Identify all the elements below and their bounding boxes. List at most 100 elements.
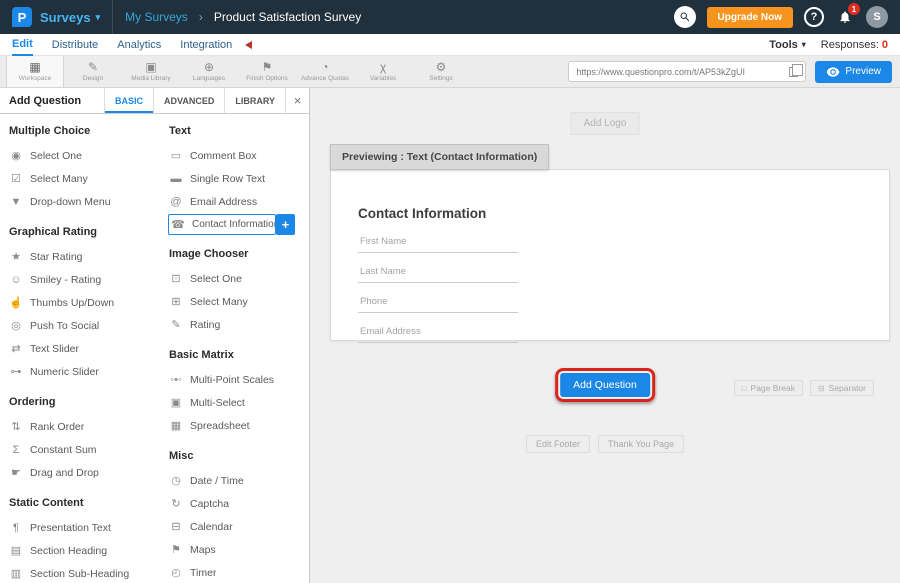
separator-button[interactable]: ⊟ Separator <box>810 380 874 396</box>
panel-tab-advanced[interactable]: ADVANCED <box>153 88 224 113</box>
rating-icon: ✎ <box>168 318 184 331</box>
question-type-multi-select[interactable]: ▣Multi-Select <box>168 391 301 414</box>
question-type-star-rating[interactable]: ★Star Rating <box>8 245 160 268</box>
question-type-label: Multi-Point Scales <box>190 374 274 386</box>
thank-you-page-button[interactable]: Thank You Page <box>598 435 684 453</box>
questionpro-logo[interactable]: P <box>12 7 32 27</box>
panel-tabs: BASICADVANCEDLIBRARY <box>104 88 285 113</box>
surveys-menu-label: Surveys <box>40 10 91 25</box>
question-type-push-to-social[interactable]: ◎Push To Social <box>8 314 160 337</box>
surveys-menu[interactable]: Surveys ▾ <box>40 10 100 25</box>
search-icon[interactable] <box>674 6 696 28</box>
copy-icon[interactable] <box>789 67 798 77</box>
question-type-drop-down-menu[interactable]: ▼Drop-down Menu <box>8 190 160 213</box>
question-type-comment-box[interactable]: ▭Comment Box <box>168 144 301 167</box>
smiley-rating-icon: ☺ <box>8 274 24 286</box>
tab-edit[interactable]: Edit <box>12 34 33 56</box>
toolbar-item-design[interactable]: ✎Design <box>64 56 122 87</box>
question-type-captcha[interactable]: ↻Captcha <box>168 492 301 515</box>
tab-distribute[interactable]: Distribute <box>52 34 98 56</box>
question-type-maps[interactable]: ⚑Maps <box>168 538 301 561</box>
question-type-drag-and-drop[interactable]: ☛Drag and Drop <box>8 461 160 484</box>
question-type-calendar[interactable]: ⊟Calendar <box>168 515 301 538</box>
responses-count: 0 <box>882 39 888 51</box>
drag-and-drop-icon: ☛ <box>8 466 24 479</box>
tools-menu[interactable]: Tools ▾ <box>769 39 806 51</box>
maps-icon: ⚑ <box>168 543 184 556</box>
question-type-rank-order[interactable]: ⇅Rank Order <box>8 415 160 438</box>
toolbar-item-label: Advance Quotas <box>301 75 349 82</box>
add-question-button[interactable]: Add Question <box>560 373 650 397</box>
toolbar-item-label: Finish Options <box>246 75 288 82</box>
notification-bell-icon[interactable]: 1 <box>835 7 855 27</box>
panel-header: Add Question BASICADVANCEDLIBRARY × <box>0 88 309 114</box>
share-url-box[interactable]: https://www.questionpro.com/t/AP53kZgUI <box>568 61 806 82</box>
question-type-section-sub-heading[interactable]: ▥Section Sub-Heading <box>8 562 160 583</box>
question-type-email-address[interactable]: @Email Address <box>168 190 301 213</box>
responses-label: Responses: <box>821 39 879 51</box>
question-type-label: Single Row Text <box>190 173 265 185</box>
question-type-rating[interactable]: ✎Rating <box>168 313 301 336</box>
caret-down-icon: ▾ <box>802 40 806 49</box>
help-icon[interactable]: ? <box>804 7 824 27</box>
tab-analytics[interactable]: Analytics <box>117 34 161 56</box>
media-library-icon: ▣ <box>145 61 156 73</box>
toolbar-item-label: Settings <box>429 75 453 82</box>
question-type-select-many[interactable]: ☑Select Many <box>8 167 160 190</box>
toolbar-item-media-library[interactable]: ▣Media Library <box>122 56 180 87</box>
upgrade-now-button[interactable]: Upgrade Now <box>707 7 793 28</box>
question-type-select-one[interactable]: ◉Select One <box>8 144 160 167</box>
toolbar-item-languages[interactable]: ⊕Languages <box>180 56 238 87</box>
toolbar-item-workspace[interactable]: ▦Workspace <box>6 56 64 87</box>
input-field-email-address[interactable]: Email Address <box>358 326 518 343</box>
question-type-select-many[interactable]: ⊞Select Many <box>168 290 301 313</box>
question-type-timer[interactable]: ◴Timer <box>168 561 301 583</box>
question-type-constant-sum[interactable]: ΣConstant Sum <box>8 438 160 461</box>
toolbar-item-finish-options[interactable]: ⚑Finish Options <box>238 56 296 87</box>
panel-tab-library[interactable]: LIBRARY <box>224 88 285 113</box>
question-type-date-time[interactable]: ◷Date / Time <box>168 469 301 492</box>
close-icon[interactable]: × <box>285 88 309 113</box>
highlight-ring: Add Question <box>555 368 655 402</box>
avatar[interactable]: S <box>866 6 888 28</box>
question-type-select-one[interactable]: ⊡Select One <box>168 267 301 290</box>
inline-actions: □ Page Break ⊟ Separator <box>734 380 874 396</box>
tab-integration[interactable]: Integration <box>180 34 232 56</box>
variables-icon: χ <box>380 61 386 73</box>
question-type-label: Email Address <box>190 196 257 208</box>
toolbar-item-settings[interactable]: ⚙Settings <box>412 56 470 87</box>
question-type-smiley-rating[interactable]: ☺Smiley - Rating <box>8 268 160 291</box>
question-type-text-slider[interactable]: ⇄Text Slider <box>8 337 160 360</box>
toolbar-item-label: Design <box>83 75 103 82</box>
input-field-last-name[interactable]: Last Name <box>358 266 518 283</box>
toolbar-item-advance-quotas[interactable]: ◔Advance Quotas <box>296 56 354 87</box>
breadcrumb-my-surveys[interactable]: My Surveys <box>125 10 188 24</box>
date-time-icon: ◷ <box>168 474 184 487</box>
question-type-contact-information[interactable]: ☎Contact Information+ <box>168 214 276 235</box>
question-type-thumbs-up-down[interactable]: ☝Thumbs Up/Down <box>8 291 160 314</box>
announcement-icon[interactable] <box>245 41 252 49</box>
question-type-label: Timer <box>190 567 216 579</box>
panel-tab-basic[interactable]: BASIC <box>104 88 153 113</box>
page-break-button[interactable]: □ Page Break <box>734 380 803 396</box>
toolbar-item-variables[interactable]: χVariables <box>354 56 412 87</box>
question-type-section-heading[interactable]: ▤Section Heading <box>8 539 160 562</box>
text-slider-icon: ⇄ <box>8 342 24 355</box>
input-field-first-name[interactable]: First Name <box>358 236 518 253</box>
edit-footer-button[interactable]: Edit Footer <box>526 435 590 453</box>
question-type-single-row-text[interactable]: ▬Single Row Text <box>168 167 301 190</box>
add-question-type-button[interactable]: + <box>276 214 295 235</box>
question-type-presentation-text[interactable]: ¶Presentation Text <box>8 516 160 539</box>
share-url[interactable]: https://www.questionpro.com/t/AP53kZgUI <box>576 67 783 77</box>
preview-button[interactable]: Preview <box>815 61 892 83</box>
question-type-label: Rank Order <box>30 421 84 433</box>
question-type-numeric-slider[interactable]: ⊶Numeric Slider <box>8 360 160 383</box>
add-logo-button[interactable]: Add Logo <box>571 112 640 135</box>
input-field-phone[interactable]: Phone <box>358 296 518 313</box>
separator-label: Separator <box>829 383 866 393</box>
questionpro-app: P Surveys ▾ My Surveys › Product Satisfa… <box>0 0 900 583</box>
question-type-multi-point-scales[interactable]: ◦•◦Multi-Point Scales <box>168 368 301 391</box>
footer-actions: Edit Footer Thank You Page <box>526 435 684 453</box>
question-type-spreadsheet[interactable]: ▦Spreadsheet <box>168 414 301 437</box>
preview-banner: Previewing : Text (Contact Information) <box>330 144 549 170</box>
